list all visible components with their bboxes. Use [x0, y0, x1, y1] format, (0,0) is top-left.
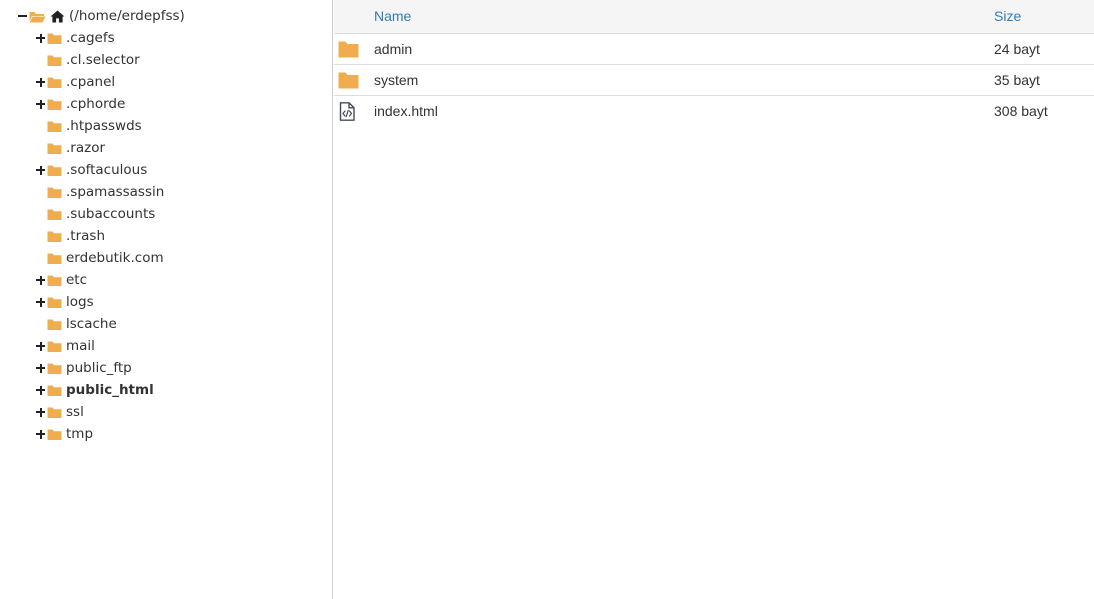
expand-icon[interactable]	[35, 269, 47, 291]
tree-item[interactable]: public_html	[35, 379, 154, 401]
tree-item[interactable]: .cphorde	[35, 93, 125, 115]
expand-icon[interactable]	[35, 27, 47, 49]
folder-icon	[47, 143, 62, 154]
tree-item-label: etc	[66, 272, 88, 288]
folder-icon	[338, 72, 359, 89]
folder-icon	[47, 231, 62, 242]
tree-item-label: lscache	[66, 316, 117, 332]
tree-item-label: .htpasswds	[66, 118, 142, 134]
folder-icon	[47, 385, 62, 396]
expand-icon[interactable]	[35, 423, 47, 445]
tree-item-label: .cagefs	[66, 30, 115, 46]
tree-item[interactable]: lscache	[35, 313, 117, 335]
folder-icon	[47, 319, 62, 330]
tree-item[interactable]: etc	[35, 269, 87, 291]
tree-item-label: .razor	[66, 140, 106, 156]
tree-item[interactable]: .subaccounts	[35, 203, 155, 225]
expand-icon[interactable]	[35, 291, 47, 313]
tree-item-label: .cl.selector	[66, 52, 140, 68]
file-list-header: Name Size	[334, 0, 1094, 34]
tree-root[interactable]: (/home/erdepfss)	[17, 5, 185, 27]
directory-tree: (/home/erdepfss) .cagefs .cl.selector .cpa…	[0, 0, 333, 599]
file-size: 308 bayt	[994, 103, 1048, 119]
expand-icon[interactable]	[35, 379, 47, 401]
tree-item-label: public_ftp	[66, 360, 132, 376]
tree-item-label: .cphorde	[66, 96, 126, 112]
expand-icon[interactable]	[35, 357, 47, 379]
tree-item-label: .softaculous	[66, 162, 148, 178]
expand-icon[interactable]	[35, 335, 47, 357]
tree-item-label: .spamassassin	[66, 184, 165, 200]
file-size: 35 bayt	[994, 72, 1040, 88]
file-row[interactable]: system 35 bayt	[334, 65, 1094, 96]
tree-item[interactable]: .cl.selector	[35, 49, 140, 71]
tree-item-label: .cpanel	[66, 74, 116, 90]
file-name[interactable]: admin	[374, 34, 412, 64]
folder-icon	[47, 99, 62, 110]
home-icon	[50, 9, 65, 23]
open-folder-icon	[29, 11, 46, 22]
collapse-icon[interactable]	[17, 5, 29, 27]
tree-root-label: (/home/erdepfss)	[69, 8, 185, 24]
tree-item[interactable]: logs	[35, 291, 94, 313]
tree-item[interactable]: ssl	[35, 401, 84, 423]
file-name[interactable]: index.html	[374, 96, 438, 126]
size-column-header[interactable]: Size	[994, 0, 1021, 33]
tree-item[interactable]: .cagefs	[35, 27, 115, 49]
tree-item[interactable]: .cpanel	[35, 71, 115, 93]
tree-item[interactable]: public_ftp	[35, 357, 132, 379]
tree-item-label: tmp	[66, 426, 94, 442]
tree-item[interactable]: .htpasswds	[35, 115, 142, 137]
file-name[interactable]: system	[374, 65, 418, 95]
folder-icon	[47, 165, 62, 176]
file-row[interactable]: index.html 308 bayt	[334, 96, 1094, 126]
folder-icon	[47, 187, 62, 198]
tree-item-label: ssl	[66, 404, 84, 420]
name-column-header[interactable]: Name	[374, 0, 411, 33]
file-manager: (/home/erdepfss) .cagefs .cl.selector .cpa…	[0, 0, 1094, 599]
folder-icon	[47, 77, 62, 88]
folder-icon	[47, 55, 62, 66]
tree-item[interactable]: .softaculous	[35, 159, 147, 181]
expand-icon[interactable]	[35, 71, 47, 93]
expand-icon[interactable]	[35, 93, 47, 115]
tree-item-label: .trash	[66, 228, 105, 244]
folder-icon	[47, 253, 62, 264]
tree-item[interactable]: .trash	[35, 225, 105, 247]
folder-icon	[47, 363, 62, 374]
code-file-icon	[339, 102, 355, 121]
tree-item[interactable]: .razor	[35, 137, 105, 159]
folder-icon	[47, 341, 62, 352]
expand-icon[interactable]	[35, 401, 47, 423]
tree-item-label: public_html	[66, 382, 154, 398]
folder-icon	[47, 297, 62, 308]
tree-item-label: logs	[66, 294, 94, 310]
folder-icon	[338, 41, 359, 58]
folder-icon	[47, 429, 62, 440]
tree-item[interactable]: mail	[35, 335, 95, 357]
tree-item-label: .subaccounts	[66, 206, 156, 222]
expand-icon[interactable]	[35, 159, 47, 181]
file-list: Name Size admin 24 bayt system 35 bayt index…	[334, 0, 1094, 599]
tree-item-label: erdebutik.com	[66, 250, 164, 266]
folder-icon	[47, 407, 62, 418]
folder-icon	[47, 275, 62, 286]
tree-item[interactable]: .spamassassin	[35, 181, 164, 203]
file-size: 24 bayt	[994, 41, 1040, 57]
tree-item[interactable]: tmp	[35, 423, 93, 445]
tree-item[interactable]: erdebutik.com	[35, 247, 164, 269]
folder-icon	[47, 209, 62, 220]
tree-item-label: mail	[66, 338, 95, 354]
folder-icon	[47, 121, 62, 132]
folder-icon	[47, 33, 62, 44]
file-row[interactable]: admin 24 bayt	[334, 34, 1094, 65]
